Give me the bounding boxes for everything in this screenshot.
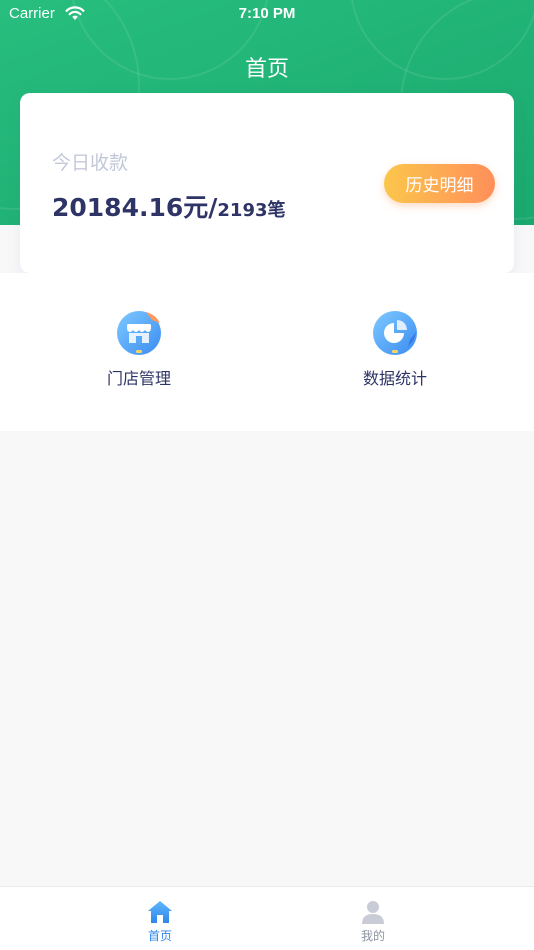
home-screen: Carrier 7:10 PM 首页 今日收款 20184.16元/2193笔 … — [0, 0, 534, 950]
tab-mine[interactable]: 我的 — [333, 899, 413, 944]
history-details-button[interactable]: 历史明细 — [384, 164, 495, 203]
quick-menu: 门店管理 数据统计 — [0, 273, 534, 431]
user-icon — [362, 901, 384, 924]
home-icon — [148, 901, 172, 923]
status-time: 7:10 PM — [238, 5, 296, 22]
menu-label-store-management: 门店管理 — [106, 369, 171, 388]
page-title: 首页 — [244, 57, 289, 82]
storefront-icon — [117, 311, 161, 355]
menu-label-data-statistics: 数据统计 — [362, 369, 427, 388]
tab-home[interactable]: 首页 — [120, 899, 200, 944]
today-income-card: 今日收款 20184.16元/2193笔 历史明细 — [20, 93, 514, 273]
income-amount: 20184.16元/ — [52, 193, 218, 222]
menu-item-store-management[interactable]: 门店管理 — [79, 310, 199, 389]
transaction-count: 2193笔 — [217, 200, 286, 221]
tab-label-mine: 我的 — [360, 929, 385, 943]
tab-bar: 首页 我的 — [0, 886, 534, 950]
tab-label-home: 首页 — [147, 929, 172, 943]
menu-item-data-statistics[interactable]: 数据统计 — [335, 310, 455, 389]
today-income-value: 20184.16元/2193笔 — [52, 188, 286, 224]
status-bar: Carrier 7:10 PM — [0, 0, 534, 28]
today-income-label: 今日收款 — [52, 152, 129, 174]
pie-chart-icon — [373, 311, 417, 355]
